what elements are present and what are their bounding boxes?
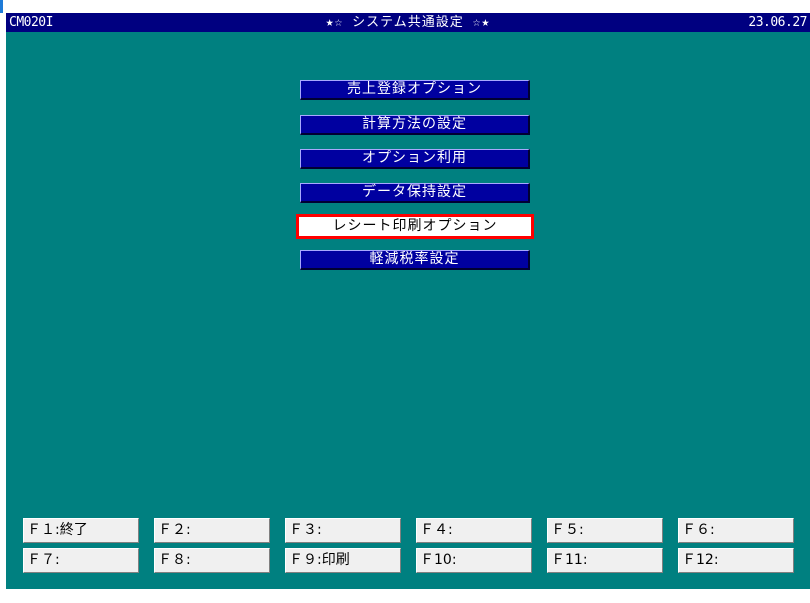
f10-button[interactable]: Ｆ10:	[416, 548, 532, 573]
f12-button[interactable]: Ｆ12:	[678, 548, 794, 573]
menu-item-calculation-method[interactable]: 計算方法の設定	[300, 115, 530, 135]
f8-button[interactable]: Ｆ８:	[154, 548, 270, 573]
menu-item-data-retention[interactable]: データ保持設定	[300, 183, 530, 203]
app-screen: CM020I ★☆ システム共通設定 ☆★ 23.06.27 売上登録オプション…	[6, 13, 810, 589]
screen-title: ★☆ システム共通設定 ☆★	[325, 15, 491, 30]
function-key-bar: Ｆ１:終了 Ｆ２: Ｆ３: Ｆ４: Ｆ５: Ｆ６: Ｆ７: Ｆ８: Ｆ９:印刷 …	[23, 518, 809, 578]
menu-item-sales-registration-options[interactable]: 売上登録オプション	[300, 80, 530, 100]
f5-button[interactable]: Ｆ５:	[547, 518, 663, 543]
menu-item-reduced-tax-rate[interactable]: 軽減税率設定	[300, 250, 530, 270]
system-date: 23.06.27	[748, 15, 807, 30]
title-bar: CM020I ★☆ システム共通設定 ☆★ 23.06.27	[6, 13, 810, 32]
f4-button[interactable]: Ｆ４:	[416, 518, 532, 543]
window-corner-marker	[0, 0, 3, 13]
f3-button[interactable]: Ｆ３:	[285, 518, 401, 543]
menu-item-receipt-print-options[interactable]: レシート印刷オプション	[296, 214, 534, 239]
f11-button[interactable]: Ｆ11:	[547, 548, 663, 573]
f2-button[interactable]: Ｆ２:	[154, 518, 270, 543]
f1-exit-button[interactable]: Ｆ１:終了	[23, 518, 139, 543]
f6-button[interactable]: Ｆ６:	[678, 518, 794, 543]
f7-button[interactable]: Ｆ７:	[23, 548, 139, 573]
menu-item-option-usage[interactable]: オプション利用	[300, 149, 530, 169]
f9-print-button[interactable]: Ｆ９:印刷	[285, 548, 401, 573]
